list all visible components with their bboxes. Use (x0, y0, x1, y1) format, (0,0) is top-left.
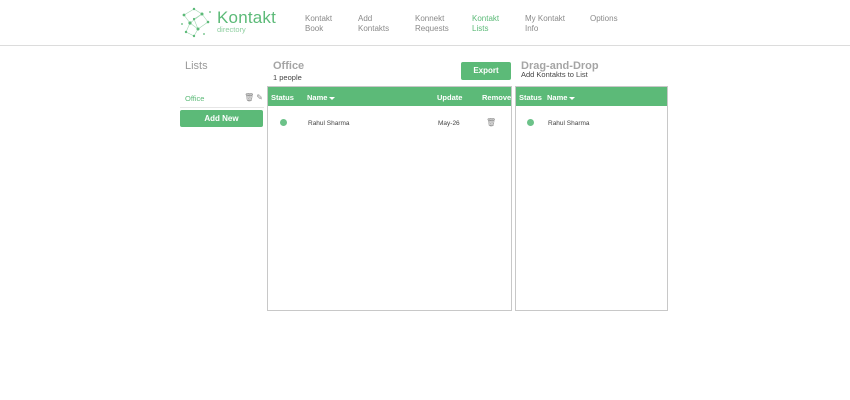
nav-options[interactable]: Options (590, 14, 618, 24)
col-name-label: Name (307, 93, 328, 102)
contact-update-date: May-26 (438, 120, 460, 127)
col-update[interactable]: Update (437, 93, 462, 102)
office-panel-title: Office (273, 60, 305, 72)
nav-add-kontakts[interactable]: Add Kontakts (358, 14, 389, 34)
list-item-office[interactable]: Office 🗑 ✎ (180, 90, 264, 108)
status-online-icon (280, 119, 287, 126)
nav-kontakt-lists[interactable]: Kontakt Lists (472, 14, 499, 34)
contact-name: Rahul Sharma (308, 120, 350, 127)
col-remove[interactable]: Remove (482, 93, 511, 102)
table-row[interactable]: Rahul Sharma May-26 🗑 (268, 115, 511, 131)
status-online-icon (527, 119, 534, 126)
col-status[interactable]: Status (519, 93, 542, 102)
office-people-count: 1 people (273, 73, 302, 82)
nav-kontakt-book[interactable]: Kontakt Book (305, 14, 332, 34)
add-new-list-button[interactable]: Add New (180, 110, 263, 127)
office-table-header: Status Name Update Remove (268, 87, 511, 106)
remove-trash-icon[interactable]: 🗑 (486, 118, 496, 127)
col-name[interactable]: Name (547, 93, 576, 102)
brand-tagline: directory (217, 25, 246, 34)
table-row[interactable]: Rahul Sharma (516, 115, 667, 131)
list-item-label[interactable]: Office (185, 94, 204, 103)
sort-down-icon (329, 96, 336, 100)
col-name[interactable]: Name (307, 93, 336, 102)
col-status[interactable]: Status (271, 93, 294, 102)
office-contacts-table: Status Name Update Remove Rahul Sharma M… (267, 86, 512, 311)
nav-my-kontakt-info[interactable]: My Kontakt Info (525, 14, 565, 34)
export-button[interactable]: Export (461, 62, 511, 80)
top-header: Kontakt directory Kontakt Book Add Konta… (0, 0, 850, 46)
edit-icon[interactable]: ✎ (256, 93, 263, 102)
sort-down-icon (569, 96, 576, 100)
trash-icon[interactable]: 🗑 (244, 93, 254, 102)
contact-name: Rahul Sharma (548, 120, 590, 127)
lists-title: Lists (185, 60, 208, 72)
nav-konnekt-requests[interactable]: Konnekt Requests (415, 14, 449, 34)
dnd-table-header: Status Name (516, 87, 667, 106)
col-name-label: Name (547, 93, 568, 102)
kontakt-logo-icon[interactable] (180, 5, 214, 39)
dnd-contacts-table: Status Name Rahul Sharma (515, 86, 668, 311)
dnd-panel-subtitle: Add Kontakts to List (521, 70, 588, 79)
